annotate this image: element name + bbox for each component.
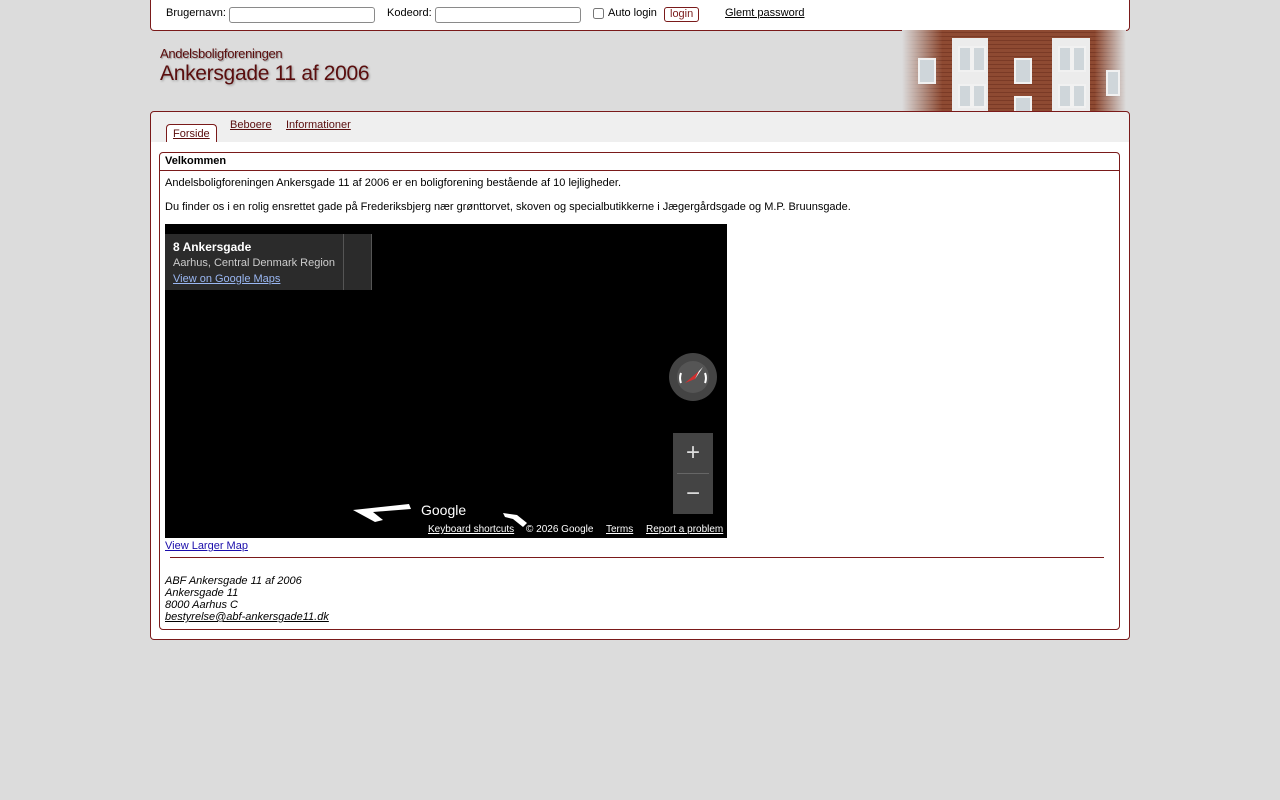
main-content: Velkommen Andelsboligforeningen Ankersga… — [150, 142, 1130, 640]
place-region: Aarhus, Central Denmark Region — [173, 257, 336, 269]
username-input[interactable] — [229, 7, 375, 23]
zoom-out-button[interactable]: − — [673, 474, 713, 514]
association-name: Andelsboligforeningen — [160, 46, 283, 61]
google-logo: Google — [421, 502, 467, 518]
location-paragraph: Du finder os i en rolig ensrettet gade p… — [165, 201, 851, 213]
main-nav: Forside Beboere Informationer — [150, 111, 1130, 144]
address-city: 8000 Aarhus C — [165, 599, 238, 611]
autologin-label: Auto login — [608, 7, 657, 19]
username-label: Brugernavn: — [166, 7, 226, 19]
divider — [170, 557, 1104, 558]
address-org: ABF Ankersgade 11 af 2006 — [165, 575, 302, 587]
email-link[interactable]: bestyrelse@abf-ankersgade11.dk — [165, 611, 329, 623]
password-input[interactable] — [435, 7, 581, 23]
building-photo — [902, 30, 1126, 112]
view-on-google-maps-link[interactable]: View on Google Maps — [173, 273, 280, 285]
forgot-password-link[interactable]: Glemt password — [725, 7, 804, 19]
box-title: Velkommen — [160, 153, 1119, 171]
info-card-expand[interactable] — [343, 234, 372, 290]
password-label: Kodeord: — [387, 7, 432, 19]
welcome-box: Velkommen Andelsboligforeningen Ankersga… — [159, 152, 1120, 630]
login-bar: Brugernavn: Kodeord: Auto login login Gl… — [150, 0, 1130, 31]
compass-icon[interactable] — [669, 353, 717, 401]
place-name: 8 Ankersgade — [173, 240, 252, 254]
street-nav-arrow-left-icon[interactable] — [353, 500, 413, 522]
place-info-card: 8 Ankersgade Aarhus, Central Denmark Reg… — [165, 234, 372, 290]
tab-beboere[interactable]: Beboere — [230, 119, 272, 131]
terms-link[interactable]: Terms — [606, 524, 633, 535]
map-copyright: © 2026 Google — [526, 524, 594, 535]
zoom-in-button[interactable]: + — [673, 433, 713, 473]
tab-informationer[interactable]: Informationer — [286, 119, 351, 131]
intro-paragraph: Andelsboligforeningen Ankersgade 11 af 2… — [165, 177, 622, 189]
view-larger-map-link[interactable]: View Larger Map — [165, 540, 248, 552]
site-header: Andelsboligforeningen Ankersgade 11 af 2… — [150, 30, 1130, 112]
keyboard-shortcuts-link[interactable]: Keyboard shortcuts — [428, 524, 514, 535]
login-button[interactable]: login — [664, 7, 700, 22]
autologin-checkbox[interactable] — [593, 8, 604, 19]
zoom-control: + − — [673, 433, 713, 514]
tab-forside[interactable]: Forside — [166, 124, 217, 142]
site-title: Ankersgade 11 af 2006 — [160, 62, 370, 85]
street-view-map[interactable]: 8 Ankersgade Aarhus, Central Denmark Reg… — [165, 224, 727, 538]
report-problem-link[interactable]: Report a problem — [646, 524, 723, 535]
address-street: Ankersgade 11 — [165, 587, 239, 599]
